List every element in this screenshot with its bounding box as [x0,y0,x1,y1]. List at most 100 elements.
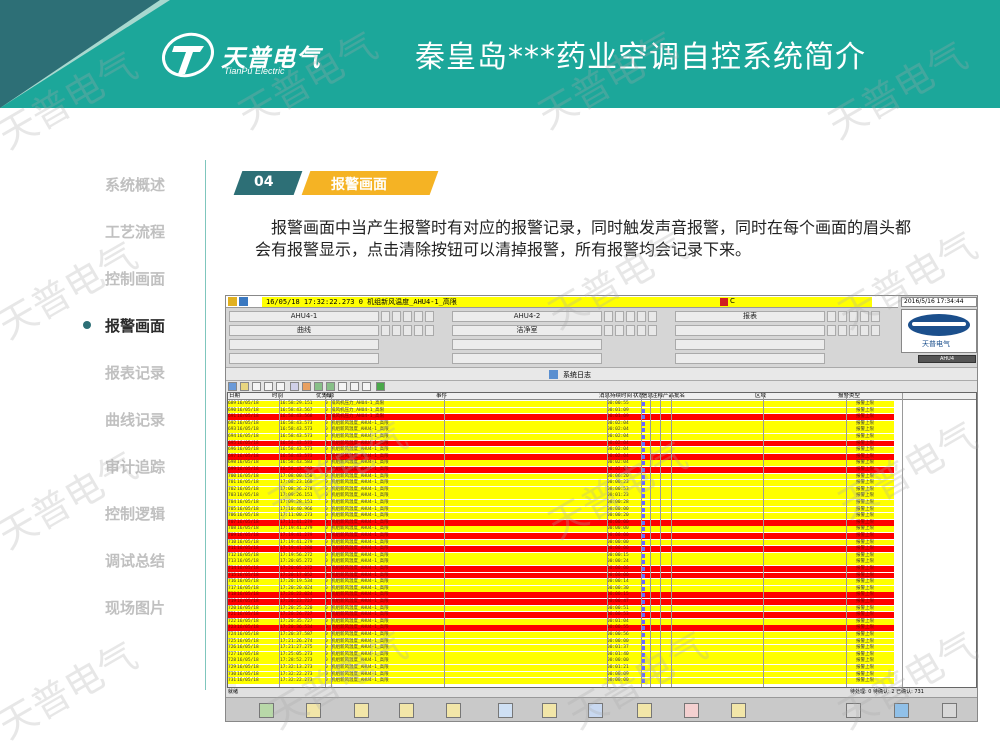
nav-item-process[interactable]: 工艺流程 [78,215,198,245]
small-button[interactable] [648,325,657,336]
cleanroom-button[interactable]: 洁净室 [452,325,602,336]
table-row[interactable]: 693 16/05/18 16:58:43.573 0 机组新风温度_AHU4-1_高限… [228,427,894,434]
folder-icon[interactable] [306,703,321,718]
small-button[interactable] [871,325,880,336]
table-row[interactable]: 699 16/05/18 16:58:43.583 0 机组新风温度_AHU4-1_高限… [228,467,894,473]
empty-button[interactable] [675,325,825,336]
folder-icon[interactable] [354,703,369,718]
small-button[interactable] [849,325,858,336]
toolbar-page-icon[interactable] [276,382,285,391]
small-button[interactable] [827,325,836,336]
table-row[interactable]: 719 16/05/18 17:20:23.727 0 机组新风温度_AHU4-1_高限… [228,599,894,605]
table-row[interactable]: 690 16/05/18 16:58:43.567 0 排风机压力_AHU4-1_高限 0… [228,407,894,414]
ahu2-button[interactable]: AHU4-2 [452,311,602,322]
table-row[interactable]: 696 16/05/18 16:58:43.573 0 机组新风温度_AHU4-1_高限… [228,447,894,453]
home-icon[interactable] [259,703,274,718]
table-row[interactable]: 715 16/05/18 17:20:17.052 0 机组新风温度_AHU4-1_高限… [228,572,894,579]
small-button[interactable] [381,325,390,336]
table-row[interactable]: 703 16/05/18 17:09:26.151 0 机组新风温度_AHU4-1_高限… [228,493,894,500]
small-button[interactable] [403,325,412,336]
toolbar-export-icon[interactable] [314,382,323,391]
toolbar-view-icon[interactable] [228,382,237,391]
table-row[interactable]: 728 16/05/18 17:28:52.273 0 机组新风温度_AHU4-1_高限… [228,658,894,665]
table-row[interactable]: 709 16/05/18 17:19:41.279 0 机组新风温度_AHU4-1_高限… [228,533,894,539]
report-button[interactable]: 报表 [675,311,825,322]
small-button[interactable] [626,325,635,336]
table-row[interactable]: 707 16/05/18 17:11:41.279 0 机组新风温度_AHU4-1_高限… [228,519,894,526]
small-button[interactable] [860,311,869,322]
table-row[interactable]: 722 16/05/18 17:20:35.727 0 机组新风温度_AHU4-1_高限… [228,618,894,625]
clear-alarm-icon[interactable] [239,297,248,306]
table-row[interactable]: 718 16/05/18 17:20:22.024 0 机组新风温度_AHU4-1_高限… [228,592,894,599]
table-row[interactable]: 697 16/05/18 16:58:43.573 0 机组新风温度_AHU4-1_高限… [228,453,894,460]
table-row[interactable]: 725 16/05/18 17:21:26.274 0 机组新风温度_AHU4-1_高限… [228,638,894,645]
table-row[interactable]: 717 16/05/18 17:20:20.024 0 机组新风温度_AHU4-1_高限… [228,585,894,592]
small-button[interactable] [615,311,624,322]
document-icon[interactable] [446,703,461,718]
empty-button[interactable] [675,339,825,350]
small-button[interactable] [871,311,880,322]
nav-item-overview[interactable]: 系统概述 [78,168,198,198]
small-button[interactable] [604,325,613,336]
column-header[interactable]: 消息持续时间 [599,393,632,400]
small-button[interactable] [648,311,657,322]
user-icon[interactable] [894,703,909,718]
table-row[interactable]: 706 16/05/18 17:11:00.273 0 机组新风温度_AHU4-1_高限… [228,513,894,519]
small-button[interactable] [637,311,646,322]
small-button[interactable] [604,311,613,322]
nav-item-control[interactable]: 控制画面 [78,262,198,292]
table-row[interactable]: 727 16/05/18 17:25:05.273 0 机组新风温度_AHU4-1_高限… [228,651,894,658]
nav-item-logic[interactable]: 控制逻辑 [78,497,198,527]
table-row[interactable]: 695 16/05/18 16:58:43.573 0 机组新风温度_AHU4-1_高限… [228,440,894,447]
toolbar-settings-icon[interactable] [350,382,359,391]
table-row[interactable]: 729 16/05/18 17:32:13.273 0 机组新风温度_AHU4-1_高限… [228,665,894,671]
table-row[interactable]: 730 16/05/18 17:32:22.273 0 机组新风温度_AHU4-1_高限… [228,671,894,678]
monitor-icon[interactable] [498,703,513,718]
small-button[interactable] [827,311,836,322]
small-button[interactable] [849,311,858,322]
small-button[interactable] [414,311,423,322]
nav-item-photos[interactable]: 现场图片 [78,591,198,621]
table-row[interactable]: 724 16/05/18 17:20:37.587 0 机组新风温度_AHU4-1_高限… [228,632,894,638]
table-row[interactable]: 698 16/05/18 16:58:43.583 0 机组新风温度_AHU4-1_高限… [228,460,894,467]
small-button[interactable] [392,311,401,322]
folder-icon[interactable] [542,703,557,718]
document-icon[interactable] [399,703,414,718]
table-row[interactable]: 701 16/05/18 17:08:23.160 0 机组新风温度_AHU4-1_高限… [228,480,894,486]
column-header[interactable]: 报警类型 [838,393,860,400]
delete-icon[interactable] [684,703,699,718]
table-row[interactable]: 692 16/05/18 16:58:43.573 0 机组新风温度_AHU4-1_高限… [228,420,894,427]
column-header[interactable]: 区域 [755,393,766,400]
forward-icon[interactable] [942,703,957,718]
column-header[interactable]: 日期 [229,393,240,400]
small-button[interactable] [403,311,412,322]
table-row[interactable]: 731 16/05/18 17:32:22.273 0 机组新风温度_AHU4-1_高限… [228,678,894,684]
bell-icon[interactable] [228,297,237,306]
small-button[interactable] [637,325,646,336]
table-row[interactable]: 691 16/05/18 16:58:43.568 0 排风机压力_AHU4-1_高限 0… [228,414,894,420]
table-row[interactable]: 700 16/05/18 17:08:00.150 0 机组新风温度_AHU4-1_高限… [228,473,894,480]
column-header[interactable]: 事件 [436,393,447,400]
table-row[interactable]: 705 16/05/18 17:10:40.966 0 机组新风温度_AHU4-1_高限… [228,506,894,513]
ahu1-button[interactable]: AHU4-1 [229,311,379,322]
toolbar-filter-icon[interactable] [302,382,311,391]
document-icon[interactable] [731,703,746,718]
column-header[interactable]: 注释 [652,393,663,400]
toolbar-export-icon[interactable] [326,382,335,391]
empty-button[interactable] [452,353,602,364]
empty-button[interactable] [229,339,379,350]
table-row[interactable]: 714 16/05/18 17:20:05.272 0 机组新风温度_AHU4-1_高限… [228,566,894,572]
nav-item-summary[interactable]: 调试总结 [78,544,198,574]
table-row[interactable]: 713 16/05/18 17:20:05.272 0 机组新风温度_AHU4-1_高限… [228,559,894,566]
table-row[interactable]: 723 16/05/18 17:20:36.534 0 机组新风温度_AHU4-1_高限… [228,625,894,632]
report-icon[interactable] [588,703,603,718]
table-row[interactable]: 720 16/05/18 17:20:25.220 0 机组新风温度_AHU4-1_高限… [228,605,894,612]
back-icon[interactable] [846,703,861,718]
table-row[interactable]: 726 16/05/18 17:21:27.275 0 机组新风温度_AHU4-1_高限… [228,645,894,651]
table-row[interactable]: 721 16/05/18 17:20:26.727 0 机组新风温度_AHU4-1_高限… [228,612,894,618]
table-row[interactable]: 710 16/05/18 17:19:41.279 0 机组新风温度_AHU4-1_高限… [228,539,894,546]
toolbar-copy-icon[interactable] [252,382,261,391]
toolbar-print-icon[interactable] [290,382,299,391]
small-button[interactable] [615,325,624,336]
small-button[interactable] [425,311,434,322]
